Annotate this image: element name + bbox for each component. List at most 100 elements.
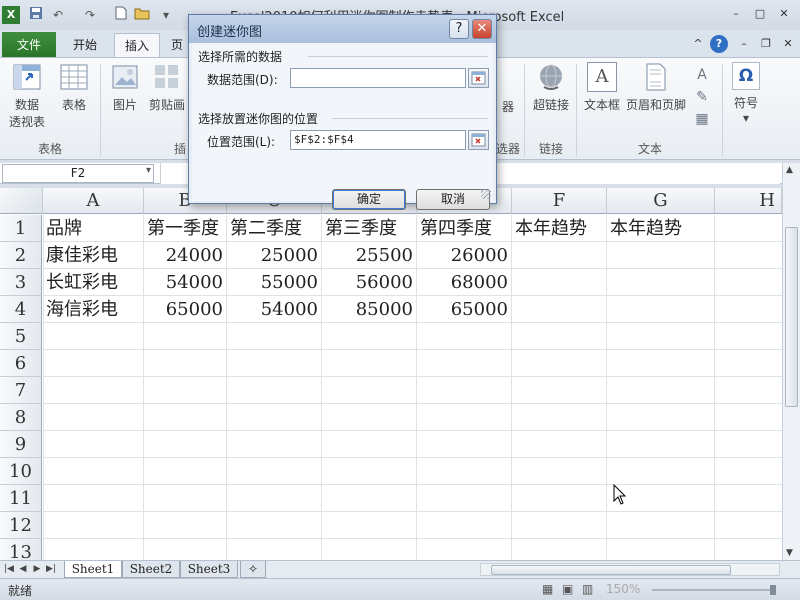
namebox-dropdown-icon[interactable]: ▾ <box>146 165 151 176</box>
row-header[interactable]: 4 <box>0 296 42 323</box>
save-icon[interactable] <box>28 6 44 24</box>
cell-D1[interactable]: 第三季度 <box>322 215 417 242</box>
cancel-button[interactable]: 取消 <box>416 189 490 210</box>
column-header[interactable]: H <box>715 188 782 214</box>
zoom-slider-knob[interactable] <box>770 585 776 595</box>
cell-D4[interactable]: 85000 <box>322 296 417 323</box>
cell-E2[interactable]: 26000 <box>417 242 512 269</box>
next-sheet-icon[interactable]: ▶ <box>32 561 42 578</box>
cell-D2[interactable]: 25500 <box>322 242 417 269</box>
row-header[interactable]: 13 <box>0 539 42 560</box>
cell-E3[interactable]: 68000 <box>417 269 512 296</box>
cell-B2[interactable]: 24000 <box>144 242 227 269</box>
scroll-up-icon[interactable]: ▲ <box>786 165 793 175</box>
row-header[interactable]: 7 <box>0 377 42 404</box>
cell-G1[interactable]: 本年趋势 <box>607 215 715 242</box>
textbox-button[interactable]: A 文本框 <box>580 62 624 113</box>
sheet-tab-2[interactable]: Sheet2 <box>122 561 180 578</box>
row-header[interactable]: 10 <box>0 458 42 485</box>
cell-A1[interactable]: 品牌 <box>43 215 144 242</box>
open-folder-icon[interactable] <box>134 6 150 24</box>
cell-D3[interactable]: 56000 <box>322 269 417 296</box>
customize-toolbar-icon[interactable]: ▾ <box>160 6 172 24</box>
tab-file[interactable]: 文件 <box>2 32 56 58</box>
cell-B4[interactable]: 65000 <box>144 296 227 323</box>
cell-C4[interactable]: 54000 <box>227 296 322 323</box>
dialog-title-bar[interactable]: 创建迷你图 ? ✕ <box>189 15 496 43</box>
row-header[interactable]: 1 <box>0 215 42 242</box>
data-range-collapse-button[interactable] <box>468 68 489 88</box>
wordart-button[interactable]: A ✎ ▦ <box>690 64 714 130</box>
symbol-button[interactable]: Ω 符号 ▾ <box>728 62 764 125</box>
resize-grip[interactable] <box>481 189 491 199</box>
picture-button[interactable]: 图片 <box>106 62 144 113</box>
tab-page-layout[interactable]: 页 <box>166 33 188 58</box>
sheet-tab-1[interactable]: Sheet1 <box>64 561 122 578</box>
tab-insert[interactable]: 插入 <box>114 33 160 58</box>
select-all-corner[interactable] <box>0 188 43 214</box>
cell-A2[interactable]: 康佳彩电 <box>43 242 144 269</box>
help-icon[interactable]: ? <box>710 35 728 53</box>
cell-B3[interactable]: 54000 <box>144 269 227 296</box>
location-range-input[interactable]: $F$2:$F$4 <box>290 130 466 150</box>
horizontal-scrollbar[interactable] <box>480 563 780 576</box>
cell-A4[interactable]: 海信彩电 <box>43 296 144 323</box>
zoom-slider[interactable] <box>652 585 776 595</box>
prev-sheet-icon[interactable]: ◀ <box>18 561 28 578</box>
cell-F1[interactable]: 本年趋势 <box>512 215 607 242</box>
name-box[interactable]: F2 <box>2 164 154 183</box>
ok-button[interactable]: 确定 <box>332 189 406 210</box>
row-header[interactable]: 8 <box>0 404 42 431</box>
page-break-view-icon[interactable]: ▥ <box>582 582 593 596</box>
last-sheet-icon[interactable]: ▶| <box>46 561 56 578</box>
table-button[interactable]: 表格 <box>54 62 94 113</box>
row-header[interactable]: 9 <box>0 431 42 458</box>
insert-sheet-icon[interactable]: ✧ <box>240 561 266 578</box>
new-file-icon[interactable] <box>114 6 128 24</box>
data-range-input[interactable] <box>290 68 466 88</box>
vertical-scrollbar[interactable]: ▲ ▼ <box>782 163 800 560</box>
cell-C3[interactable]: 55000 <box>227 269 322 296</box>
cell-B1[interactable]: 第一季度 <box>144 215 227 242</box>
cell-E4[interactable]: 65000 <box>417 296 512 323</box>
row-header[interactable]: 2 <box>0 242 42 269</box>
dialog-close-button[interactable]: ✕ <box>472 19 492 39</box>
normal-view-icon[interactable]: ▦ <box>542 582 553 596</box>
cell-C2[interactable]: 25000 <box>227 242 322 269</box>
row-header[interactable]: 5 <box>0 323 42 350</box>
column-header[interactable]: A <box>43 188 144 214</box>
workbook-restore-button[interactable]: ❐ <box>756 36 776 52</box>
zoom-level[interactable]: 150% <box>606 582 640 596</box>
workbook-close-button[interactable]: ✕ <box>778 36 798 52</box>
dialog-help-button[interactable]: ? <box>449 19 469 39</box>
hyperlink-button[interactable]: 超链接 <box>530 62 572 113</box>
column-header[interactable]: G <box>607 188 715 214</box>
row-header[interactable]: 6 <box>0 350 42 377</box>
close-window-button[interactable]: ✕ <box>774 6 794 22</box>
column-header[interactable]: F <box>512 188 607 214</box>
header-footer-button[interactable]: 页眉和页脚 <box>624 62 688 113</box>
row-header[interactable]: 11 <box>0 485 42 512</box>
row-header[interactable]: 3 <box>0 269 42 296</box>
scroll-down-icon[interactable]: ▼ <box>786 548 793 558</box>
clipart-button[interactable]: 剪贴画 <box>146 62 188 113</box>
horizontal-scroll-thumb[interactable] <box>491 565 731 575</box>
maximize-button[interactable]: □ <box>750 6 770 22</box>
page-layout-view-icon[interactable]: ▣ <box>562 582 573 596</box>
undo-icon[interactable]: ↶ <box>50 6 66 24</box>
location-range-collapse-button[interactable] <box>468 130 489 150</box>
slicer-button[interactable]: 器 <box>497 98 519 115</box>
sheet-tab-3[interactable]: Sheet3 <box>180 561 238 578</box>
row-header[interactable]: 12 <box>0 512 42 539</box>
cell-C1[interactable]: 第二季度 <box>227 215 322 242</box>
vertical-scroll-thumb[interactable] <box>785 227 798 407</box>
worksheet-grid[interactable]: A B C D E F G H 1 2 3 4 5 6 7 8 9 10 11 … <box>0 188 782 560</box>
first-sheet-icon[interactable]: |◀ <box>4 561 14 578</box>
minimize-button[interactable]: – <box>726 6 746 22</box>
pivot-table-button[interactable]: 数据 透视表 <box>4 62 50 130</box>
tab-home[interactable]: 开始 <box>62 33 108 58</box>
cell-A3[interactable]: 长虹彩电 <box>43 269 144 296</box>
workbook-minimize-button[interactable]: – <box>734 36 754 52</box>
cell-E1[interactable]: 第四季度 <box>417 215 512 242</box>
ribbon-collapse-icon[interactable]: ^ <box>688 36 708 52</box>
